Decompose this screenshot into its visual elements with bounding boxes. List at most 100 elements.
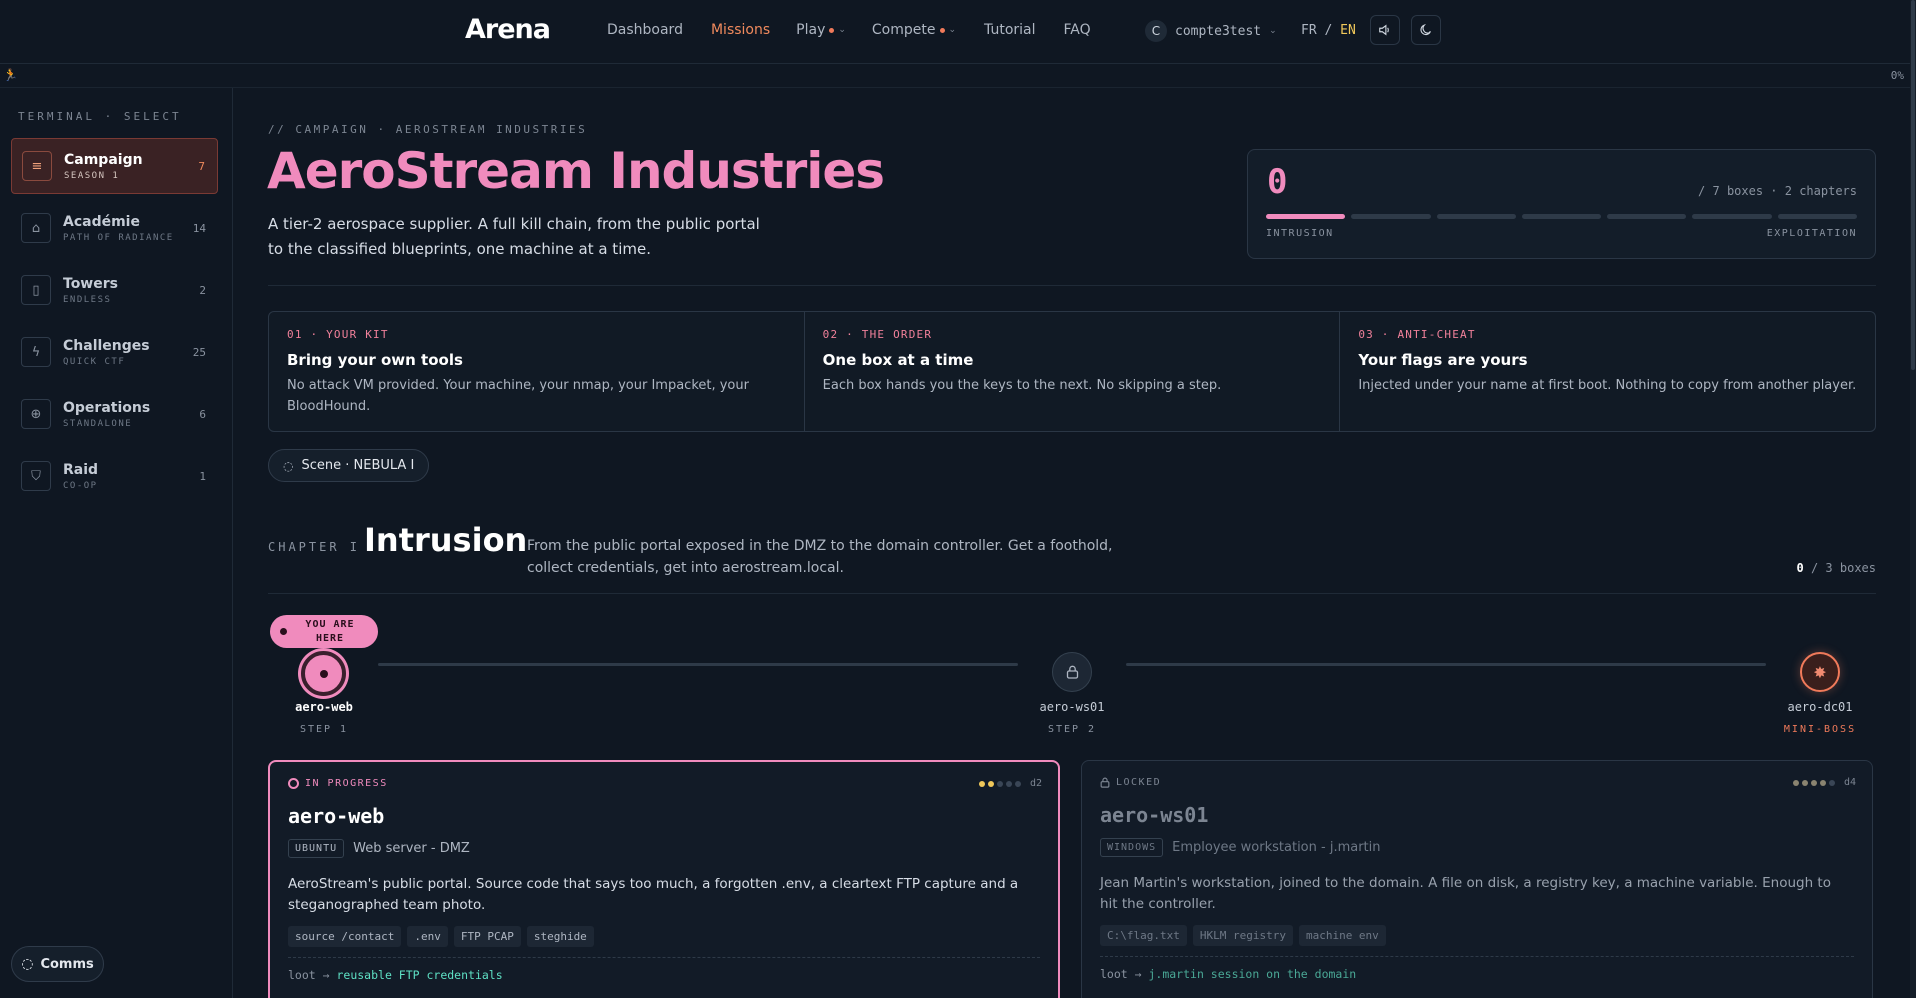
avatar: C (1145, 20, 1167, 42)
progress-percent: 0% (1890, 69, 1904, 82)
main-nav: Dashboard Missions Play ⌄ Compete ⌄ Tutori… (607, 22, 1091, 38)
sidebar-item-towers[interactable]: ▯ Towers ENDLESS 2 (11, 262, 218, 318)
progress-segment (1607, 214, 1687, 219)
item-count: 7 (198, 159, 205, 173)
technique-tags: source /contact .env FTP PCAP steghide (288, 926, 594, 947)
sidebar: TERMINAL · SELECT ≡ Campaign SEASON 1 7 ⌂… (0, 88, 233, 998)
you-are-here-badge: YOU ARE HERE (270, 615, 378, 648)
lang-fr[interactable]: FR (1301, 23, 1317, 38)
os-badge: UBUNTU (288, 839, 345, 858)
scene-button[interactable]: ◌ Scene · NEBULA I (268, 449, 430, 482)
divider (268, 285, 1876, 286)
comms-button[interactable]: ◌ Comms (11, 946, 104, 982)
breadcrumb: // CAMPAIGN · AEROSTREAM INDUSTRIES (268, 123, 588, 136)
sidebar-item-challenges[interactable]: ϟ Challenges QUICK CTF 25 (11, 324, 218, 380)
difficulty-pip (1005, 780, 1012, 787)
global-progress-strip: 🏃 0% (0, 64, 1916, 88)
divider (268, 593, 1876, 594)
technique-tag: C:\flag.txt (1100, 925, 1187, 946)
technique-tag: .env (407, 926, 448, 947)
status-badge: LOCKED (1100, 777, 1161, 788)
nav-missions[interactable]: Missions (711, 22, 770, 38)
nav-play[interactable]: Play ⌄ (796, 22, 846, 38)
chapter-box-count: 0 / 3 boxes (1796, 561, 1877, 575)
path-connector (1126, 663, 1766, 666)
item-count: 2 (199, 283, 206, 297)
box-name: aero-web (288, 804, 385, 828)
campaign-progress-bar (1266, 214, 1857, 219)
list-icon: ≡ (22, 151, 52, 181)
sidebar-item-campaign[interactable]: ≡ Campaign SEASON 1 7 (11, 138, 218, 194)
page-scrollbar[interactable] (1910, 0, 1916, 998)
bolt-icon: ϟ (21, 337, 51, 367)
path-node-aero-web[interactable] (301, 651, 346, 696)
box-os-row: UBUNTU Web server - DMZ (288, 839, 470, 858)
node-label: aero-dc01 (1787, 700, 1853, 714)
rule-card: 03 · ANTI-CHEAT Your flags are yours Inj… (1358, 328, 1857, 393)
path-node-aero-dc01[interactable]: ✸ (1800, 652, 1840, 692)
theme-toggle-button[interactable] (1411, 15, 1441, 45)
progress-segment (1521, 214, 1602, 219)
chat-bubble-icon: ◌ (283, 458, 294, 473)
loot-line: loot → reusable FTP credentials (288, 968, 503, 982)
chapter-kicker: CHAPTER I (268, 540, 361, 554)
sidebar-item-raid[interactable]: ⛉ Raid CO-OP 1 (11, 448, 218, 504)
nav-faq[interactable]: FAQ (1064, 22, 1091, 38)
item-count: 1 (199, 469, 206, 483)
graduation-cap-icon: ⌂ (21, 213, 51, 243)
difficulty-pip (1828, 779, 1835, 786)
progress-segment (1692, 214, 1772, 219)
progress-end-label: EXPLOITATION (1766, 228, 1857, 239)
box-name: aero-ws01 (1100, 803, 1209, 827)
technique-tag: HKLM registry (1192, 925, 1293, 946)
target-icon (288, 778, 299, 789)
status-badge: IN PROGRESS (288, 778, 388, 789)
moon-icon (1420, 23, 1431, 36)
lock-icon (1066, 665, 1078, 679)
difficulty-pip (987, 780, 994, 787)
scrollbar-thumb[interactable] (1911, 0, 1915, 370)
chapter-title: Intrusion (364, 521, 528, 559)
node-step: STEP 2 (1047, 724, 1097, 735)
chevron-down-icon: ⌄ (1269, 26, 1277, 36)
box-role: Web server - DMZ (353, 841, 470, 856)
difficulty-indicator: d2 (978, 778, 1042, 789)
lang-en[interactable]: EN (1340, 23, 1356, 38)
sidebar-item-academie[interactable]: ⌂ Académie PATH OF RADIANCE 14 (11, 200, 218, 256)
user-menu[interactable]: C compte3test ⌄ (1145, 20, 1277, 42)
crosshair-icon: ⊕ (21, 399, 51, 429)
sidebar-item-operations[interactable]: ⊕ Operations STANDALONE 6 (11, 386, 218, 442)
campaign-progress-card: 0 / 7 boxes · 2 chapters INTRUSION EXPLO… (1247, 149, 1876, 259)
boxes-completed-count: 0 (1267, 162, 1288, 202)
path-connector (378, 663, 1018, 666)
os-badge: WINDOWS (1100, 838, 1164, 857)
path-node-aero-ws01[interactable] (1052, 652, 1092, 692)
box-role: Employee workstation - j.martin (1172, 840, 1381, 855)
top-navbar: Arena Dashboard Missions Play ⌄ Compete ⌄ … (0, 0, 1916, 64)
nav-dashboard[interactable]: Dashboard (607, 22, 683, 38)
app-logo[interactable]: Arena (465, 14, 551, 45)
nav-tutorial[interactable]: Tutorial (984, 22, 1035, 38)
difficulty-pip (1810, 779, 1817, 786)
sound-toggle-button[interactable] (1370, 15, 1400, 45)
technique-tags: C:\flag.txt HKLM registry machine env (1100, 925, 1386, 946)
shield-icon: ⛉ (21, 461, 51, 491)
progress-segment (1777, 214, 1857, 219)
box-card-aero-ws01[interactable]: LOCKED d4 aero-ws01 WINDOWS Employee wor… (1081, 760, 1873, 998)
chevron-down-icon: ⌄ (948, 25, 957, 35)
item-count: 25 (192, 345, 206, 359)
location-pin-icon (280, 628, 287, 635)
rule-card: 01 · YOUR KIT Bring your own tools No at… (269, 312, 805, 431)
new-indicator-dot (939, 27, 945, 33)
technique-tag: machine env (1298, 925, 1386, 946)
chapter-description: From the public portal exposed in the DM… (527, 538, 1113, 576)
campaign-description: A tier-2 aerospace supplier. A full kill… (268, 215, 760, 258)
tower-icon: ▯ (21, 275, 51, 305)
runner-icon: 🏃 (3, 68, 18, 82)
difficulty-pip (978, 780, 985, 787)
progress-start-label: INTRUSION (1266, 228, 1334, 239)
nav-compete[interactable]: Compete ⌄ (872, 22, 956, 38)
item-count: 14 (192, 221, 206, 235)
node-step: STEP 1 (299, 724, 349, 735)
box-card-aero-web[interactable]: IN PROGRESS d2 aero-web UBUNTU Web serve… (268, 760, 1060, 998)
